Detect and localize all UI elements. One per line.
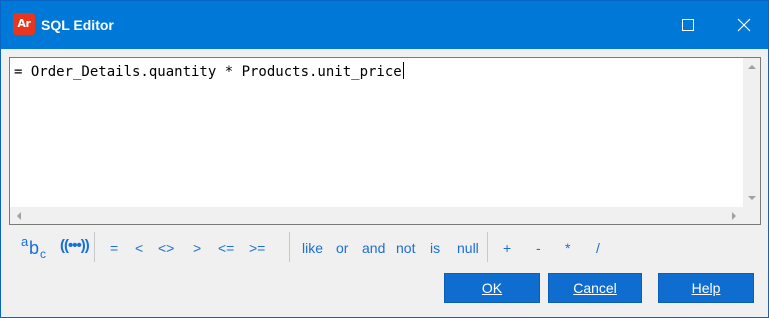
toolbar-separator xyxy=(94,232,95,262)
title-bar[interactable]: Ar SQL Editor xyxy=(1,1,768,49)
abc-icon-b: b xyxy=(29,238,40,258)
op-null[interactable]: null xyxy=(457,238,479,258)
op-less-equal[interactable]: <= xyxy=(218,238,234,258)
window-title: SQL Editor xyxy=(41,17,114,33)
op-not-equal[interactable]: <> xyxy=(158,238,174,258)
op-greater-equal[interactable]: >= xyxy=(249,238,265,258)
maximize-icon xyxy=(682,19,694,31)
ok-button[interactable]: OK xyxy=(444,273,540,303)
op-not[interactable]: not xyxy=(396,238,415,258)
abc-icon-a: a xyxy=(21,234,29,249)
sql-text-editor[interactable]: = Order_Details.quantity * Products.unit… xyxy=(9,57,761,225)
scroll-left-icon[interactable] xyxy=(10,207,27,224)
horizontal-scrollbar[interactable] xyxy=(10,207,743,224)
toolbar-separator xyxy=(289,232,290,262)
op-equals[interactable]: = xyxy=(110,238,118,258)
op-like[interactable]: like xyxy=(302,238,323,258)
editor-text: = Order_Details.quantity * Products.unit… xyxy=(14,64,402,80)
text-literal-icon[interactable]: a b c xyxy=(21,234,57,261)
sql-editor-dialog: Ar SQL Editor = Order_Details.quantity *… xyxy=(0,0,769,318)
editor-content[interactable]: = Order_Details.quantity * Products.unit… xyxy=(14,62,404,82)
op-is[interactable]: is xyxy=(430,238,440,258)
text-caret xyxy=(402,62,404,79)
close-button[interactable] xyxy=(721,1,767,49)
op-less-than[interactable]: < xyxy=(135,238,143,258)
vertical-scrollbar[interactable] xyxy=(743,58,760,207)
ok-button-label: OK xyxy=(481,280,503,296)
op-minus[interactable]: - xyxy=(536,238,541,258)
scroll-right-icon[interactable] xyxy=(726,207,743,224)
maximize-button[interactable] xyxy=(665,1,711,49)
op-greater-than[interactable]: > xyxy=(193,238,201,258)
toolbar-separator xyxy=(487,232,488,262)
op-plus[interactable]: + xyxy=(503,238,511,258)
cancel-button-label: Cancel xyxy=(573,280,617,296)
op-divide[interactable]: / xyxy=(596,238,600,258)
scroll-corner xyxy=(743,207,760,224)
help-button[interactable]: Help xyxy=(658,273,754,303)
operator-toolbar: a b c ((•••)) = < <> > <= >= like or and… xyxy=(21,232,621,262)
op-multiply[interactable]: * xyxy=(565,238,570,258)
scroll-down-icon[interactable] xyxy=(743,190,760,207)
scroll-up-icon[interactable] xyxy=(743,58,760,75)
app-logo-icon: Ar xyxy=(13,13,35,35)
abc-icon-c: c xyxy=(40,247,46,261)
close-icon xyxy=(737,18,751,32)
cancel-button[interactable]: Cancel xyxy=(548,273,642,303)
op-and[interactable]: and xyxy=(362,238,385,258)
parameter-icon[interactable]: ((•••)) xyxy=(60,237,90,257)
help-button-label: Help xyxy=(691,280,721,296)
op-or[interactable]: or xyxy=(336,238,348,258)
